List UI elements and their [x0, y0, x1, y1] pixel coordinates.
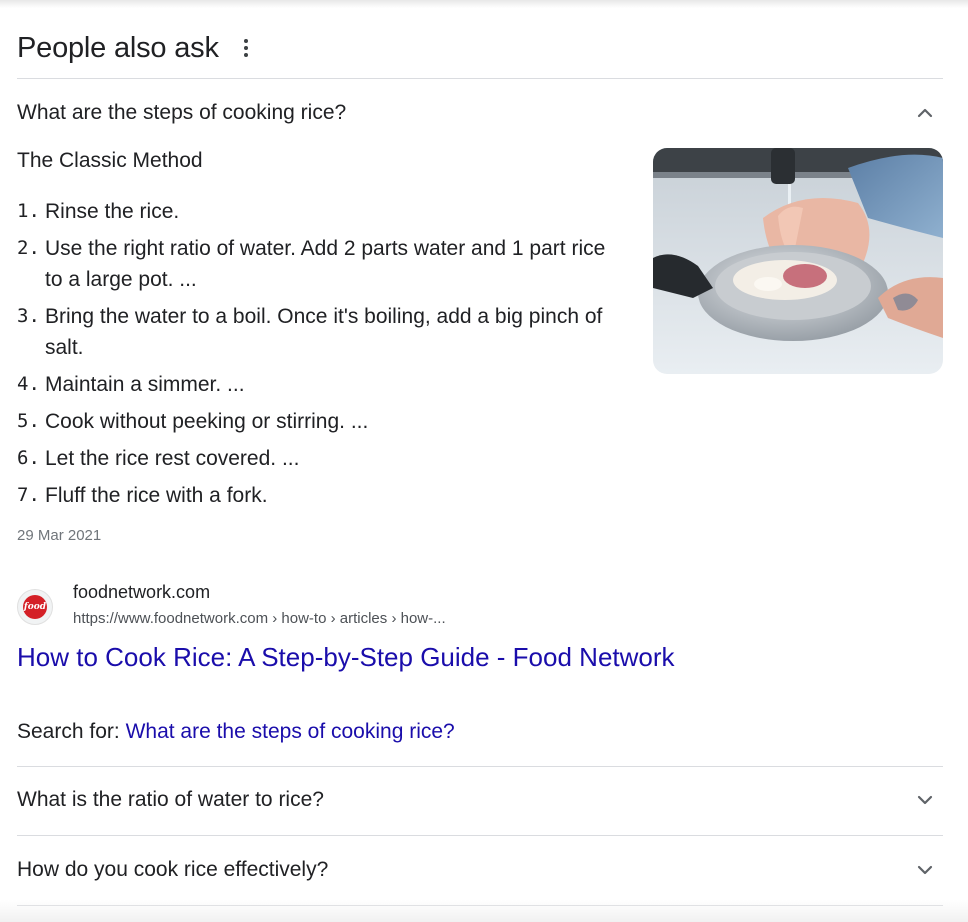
step-number: 5. [17, 410, 40, 432]
source-url[interactable]: https://www.foodnetwork.com › how-to › a… [73, 610, 446, 627]
search-for-row: Search for: What are the steps of cookin… [17, 720, 455, 744]
step-item: 4. Maintain a simmer. ... [17, 369, 627, 400]
chevron-up-icon[interactable] [913, 101, 937, 125]
step-item: 7. Fluff the rice with a fork. [17, 480, 627, 511]
step-item: 6. Let the rice rest covered. ... [17, 443, 627, 474]
paa-title: People also ask [17, 31, 219, 64]
step-text: Use the right ratio of water. Add 2 part… [45, 237, 606, 291]
step-item: 2. Use the right ratio of water. Add 2 pa… [17, 233, 627, 295]
question-row[interactable]: What is the ratio of water to rice? [17, 780, 943, 820]
search-for-query-link[interactable]: What are the steps of cooking rice? [126, 720, 455, 743]
answer-date: 29 Mar 2021 [17, 527, 102, 544]
step-item: 3. Bring the water to a boil. Once it's b… [17, 301, 627, 363]
step-number: 3. [17, 305, 40, 327]
step-text: Let the rice rest covered. ... [45, 447, 300, 470]
step-number: 1. [17, 200, 40, 222]
question-text: How do you cook rice effectively? [17, 858, 329, 881]
step-number: 4. [17, 373, 40, 395]
question-text: What is the ratio of water to rice? [17, 788, 324, 811]
step-text: Fluff the rice with a fork. [45, 484, 268, 507]
rice-rinsing-image[interactable] [653, 148, 943, 374]
step-item: 1. Rinse the rice. [17, 196, 627, 227]
step-text: Rinse the rice. [45, 200, 180, 223]
chevron-down-icon[interactable] [913, 858, 937, 882]
step-number: 7. [17, 484, 40, 506]
bottom-fade [0, 900, 968, 922]
step-text: Bring the water to a boil. Once it's boi… [45, 305, 603, 359]
answer-title: The Classic Method [17, 149, 203, 172]
top-shadow [0, 0, 968, 8]
result-title-link[interactable]: How to Cook Rice: A Step-by-Step Guide -… [17, 642, 675, 673]
question-text: What are the steps of cooking rice? [17, 101, 347, 124]
step-text: Cook without peeking or stirring. ... [45, 410, 369, 433]
divider [17, 835, 943, 836]
question-row-expanded[interactable]: What are the steps of cooking rice? [17, 93, 943, 133]
food-network-logo: food [23, 595, 47, 619]
divider [17, 78, 943, 79]
source-site-name[interactable]: foodnetwork.com [73, 582, 210, 603]
more-vert-icon[interactable] [241, 36, 251, 60]
search-for-label: Search for: [17, 720, 126, 743]
question-row[interactable]: How do you cook rice effectively? [17, 850, 943, 890]
source-favicon[interactable]: food [17, 589, 53, 625]
answer-steps-list: 1. Rinse the rice. 2. Use the right ratio … [17, 196, 627, 517]
paa-header: People also ask [17, 28, 251, 68]
step-item: 5. Cook without peeking or stirring. ... [17, 406, 627, 437]
step-number: 6. [17, 447, 40, 469]
step-number: 2. [17, 237, 40, 259]
chevron-down-icon[interactable] [913, 788, 937, 812]
divider [17, 766, 943, 767]
step-text: Maintain a simmer. ... [45, 373, 245, 396]
